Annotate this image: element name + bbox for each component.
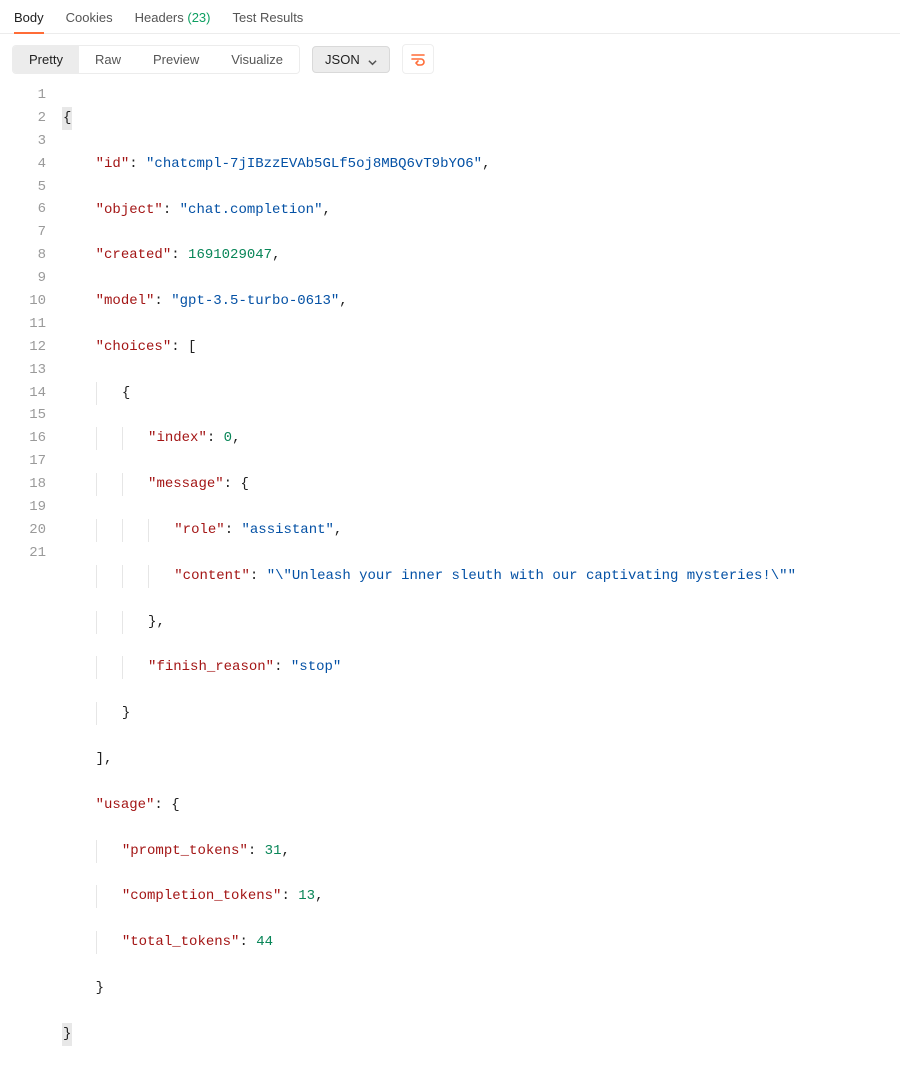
line-number: 11 [0,313,46,336]
viewmode-pretty[interactable]: Pretty [13,46,79,73]
format-dropdown[interactable]: JSON [312,46,390,73]
line-number: 18 [0,473,46,496]
tab-headers-label: Headers [135,10,184,25]
line-number: 6 [0,198,46,221]
line-number: 1 [0,84,46,107]
tab-cookies[interactable]: Cookies [66,6,113,33]
line-number: 19 [0,496,46,519]
viewmode-raw[interactable]: Raw [79,46,137,73]
line-number: 7 [0,221,46,244]
line-number: 9 [0,267,46,290]
line-number: 12 [0,336,46,359]
viewmode-visualize[interactable]: Visualize [215,46,299,73]
line-number: 14 [0,382,46,405]
tab-headers[interactable]: Headers (23) [135,6,211,33]
chevron-down-icon [368,55,377,64]
tab-test-results[interactable]: Test Results [233,6,304,33]
response-tabs: Body Cookies Headers (23) Test Results [0,0,900,34]
viewmode-preview[interactable]: Preview [137,46,215,73]
line-number: 17 [0,450,46,473]
response-body-editor: 123456789101112131415161718192021 { "id"… [0,84,900,1092]
line-number: 16 [0,427,46,450]
wrap-lines-button[interactable] [402,44,434,74]
tab-body[interactable]: Body [14,6,44,33]
code-area[interactable]: { "id": "chatcmpl-7jIBzzEVAb5GLf5oj8MBQ6… [62,84,900,1092]
line-number: 4 [0,153,46,176]
line-number: 21 [0,542,46,565]
line-number: 10 [0,290,46,313]
line-number: 13 [0,359,46,382]
tab-headers-count: (23) [187,10,210,25]
line-number: 5 [0,176,46,199]
line-number-gutter: 123456789101112131415161718192021 [0,84,62,1092]
line-number: 8 [0,244,46,267]
line-number: 20 [0,519,46,542]
body-view-bar: Pretty Raw Preview Visualize JSON [0,34,900,84]
view-mode-segment: Pretty Raw Preview Visualize [12,45,300,74]
line-number: 15 [0,404,46,427]
line-number: 3 [0,130,46,153]
line-number: 2 [0,107,46,130]
wrap-lines-icon [410,51,426,67]
format-dropdown-label: JSON [325,52,360,67]
